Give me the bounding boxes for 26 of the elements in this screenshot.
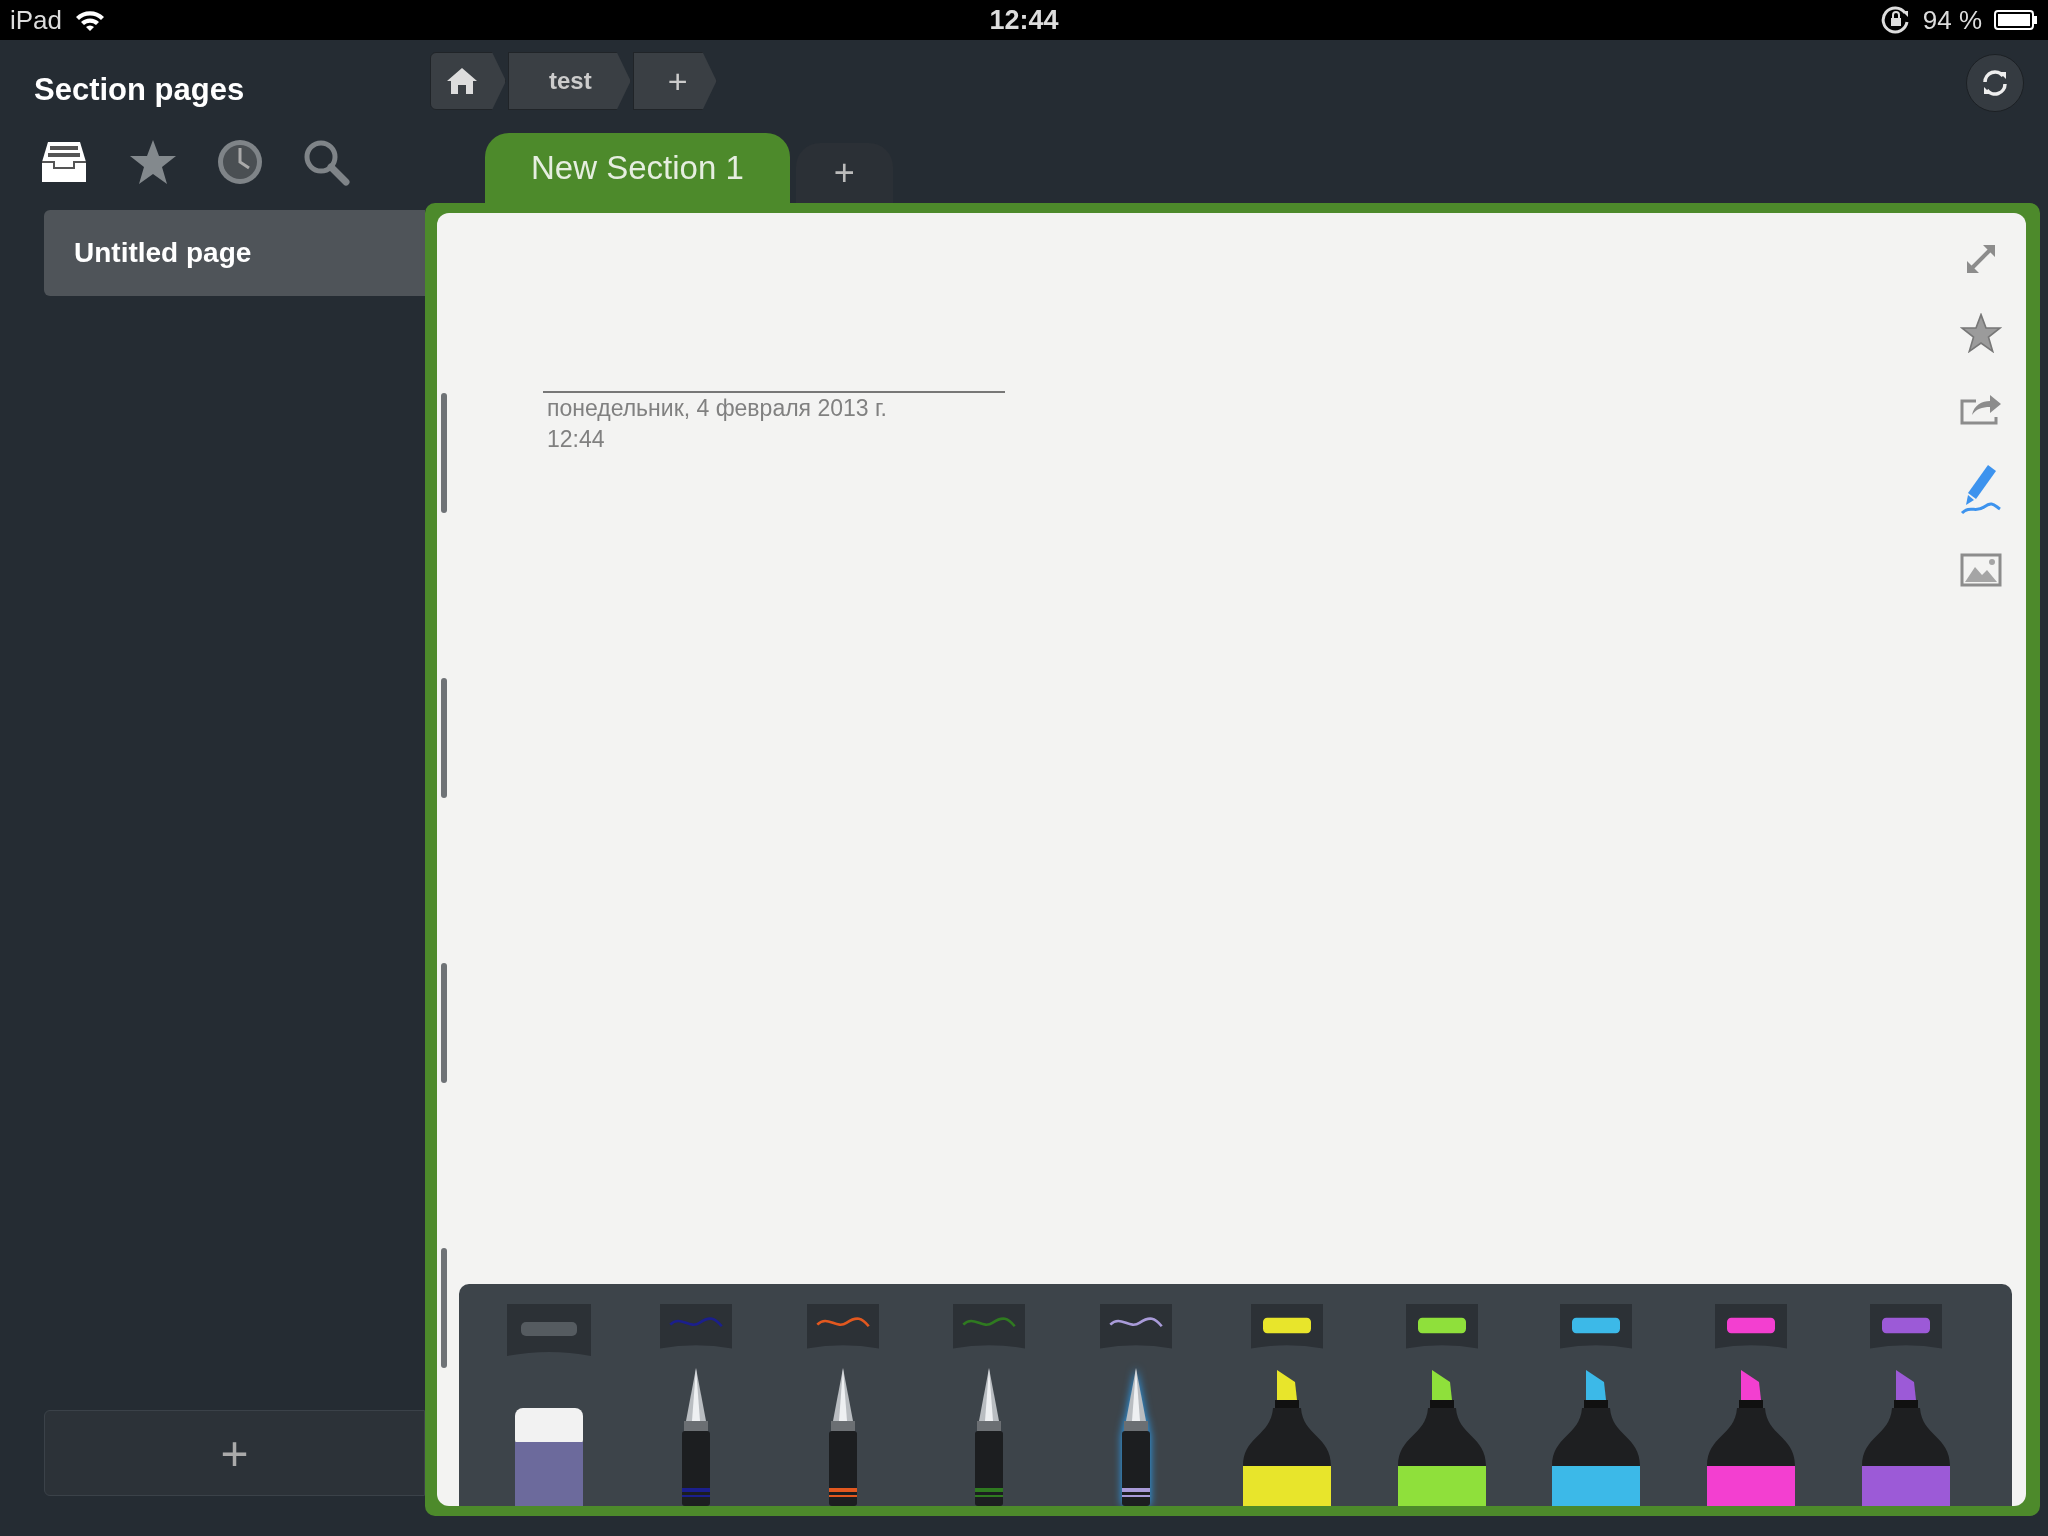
search-icon[interactable] <box>302 138 350 186</box>
eraser-button[interactable] <box>513 1406 585 1506</box>
home-icon <box>445 66 479 96</box>
picture-icon[interactable] <box>1960 553 2002 587</box>
home-button[interactable] <box>430 52 506 110</box>
add-page-button[interactable]: + <box>44 1410 425 1496</box>
pen-icon[interactable] <box>1960 463 2002 515</box>
section-tab[interactable]: New Section 1 <box>485 133 790 203</box>
sync-icon <box>1980 68 2010 98</box>
page-time: 12:44 <box>547 425 606 454</box>
battery-percent: 94 % <box>1922 4 1982 36</box>
page-date: понедельник, 4 февраля 2013 г. <box>547 394 888 423</box>
clock-icon[interactable] <box>216 138 264 186</box>
battery-icon <box>1994 9 2038 31</box>
wifi-icon <box>74 8 107 32</box>
clock: 12:44 <box>989 4 1059 36</box>
add-section-tab[interactable]: + <box>795 143 893 203</box>
expand-icon[interactable] <box>1965 243 1997 275</box>
star-icon[interactable] <box>1960 313 2002 353</box>
sidebar-title: Section pages <box>34 72 246 109</box>
rotation-lock-icon <box>1880 5 1911 35</box>
notebook-breadcrumb[interactable]: test <box>508 52 631 110</box>
page-list-item[interactable]: Untitled page <box>44 210 425 296</box>
star-icon[interactable] <box>128 138 178 186</box>
device-name: iPad <box>10 4 63 36</box>
add-notebook-button[interactable]: + <box>632 52 717 110</box>
